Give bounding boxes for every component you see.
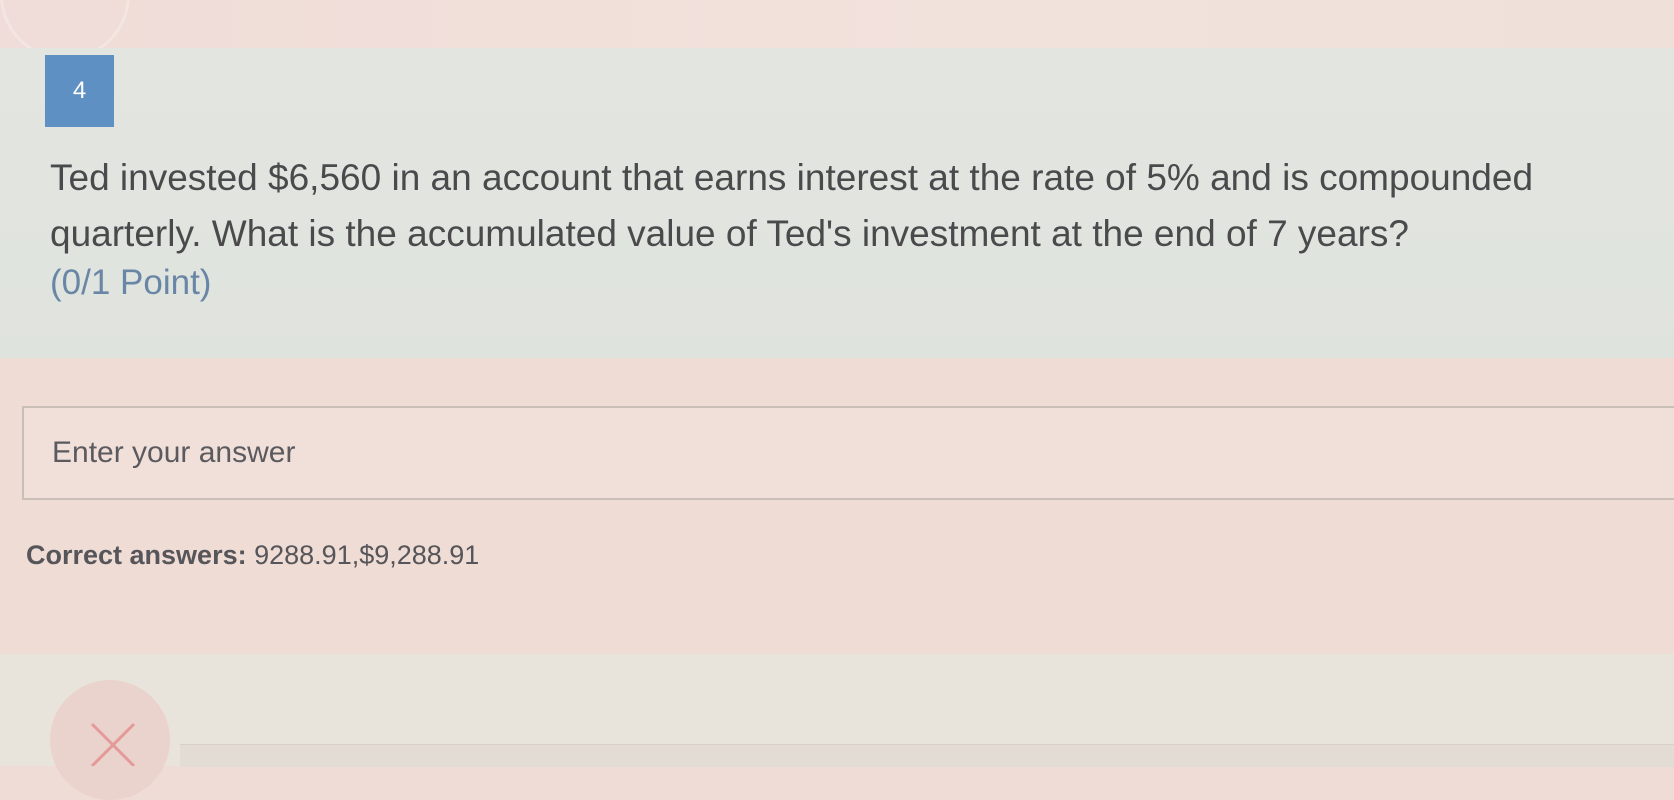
answer-input[interactable]	[22, 406, 1674, 500]
correct-answers-values: 9288.91,$9,288.91	[254, 540, 480, 570]
correct-answers: Correct answers: 9288.91,$9,288.91	[26, 540, 479, 571]
question-number-badge: 4	[45, 55, 114, 127]
top-band	[0, 0, 1674, 48]
correct-answers-label: Correct answers:	[26, 540, 247, 570]
answer-section	[0, 358, 1674, 654]
question-text: Ted invested $6,560 in an account that e…	[50, 157, 1534, 254]
question-points: (0/1 Point)	[50, 263, 212, 302]
x-icon	[90, 722, 136, 766]
next-question-divider	[180, 744, 1674, 767]
